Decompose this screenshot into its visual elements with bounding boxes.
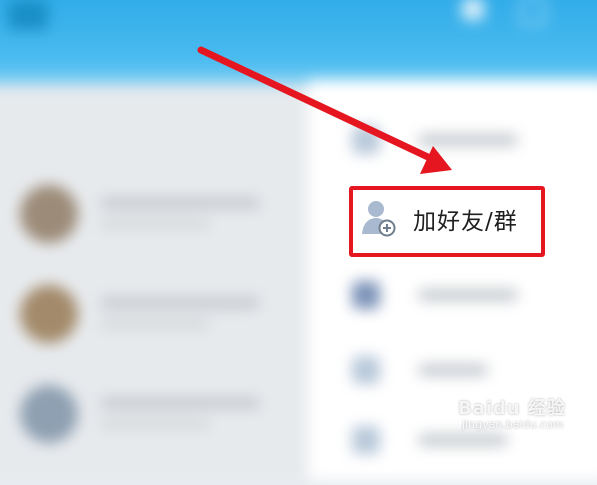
annotation-arrow: [197, 46, 452, 174]
watermark: Baidu 经验 jingyan.baidu.com: [452, 390, 592, 440]
watermark-brand: Baidu 经验: [458, 398, 567, 419]
watermark-url: jingyan.baidu.com: [462, 418, 564, 431]
